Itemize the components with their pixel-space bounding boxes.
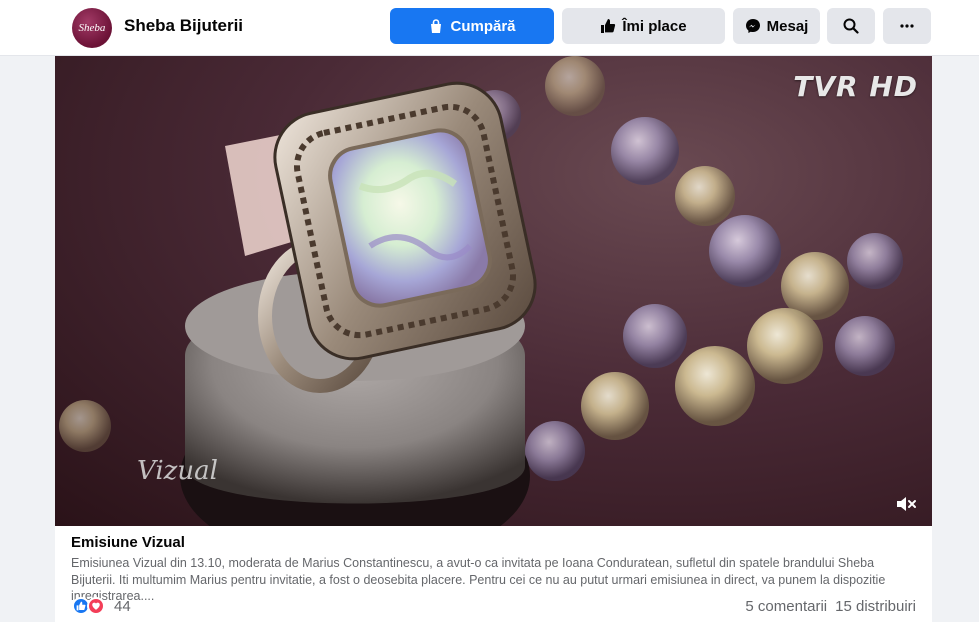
shares-count[interactable]: 15 distribuiri	[835, 598, 916, 615]
show-logo: Vizual	[137, 456, 218, 486]
buy-label: Cumpără	[450, 17, 516, 35]
page-name[interactable]: Sheba Bijuterii	[124, 16, 243, 36]
video-player[interactable]: TVR HD Vizual	[55, 56, 932, 526]
more-options-button[interactable]	[883, 8, 931, 44]
post-stats: 5 comentarii 15 distribuiri	[745, 598, 916, 615]
message-label: Mesaj	[766, 17, 809, 35]
buy-button[interactable]: Cumpără	[390, 8, 554, 44]
like-button[interactable]: Îmi place	[562, 8, 725, 44]
love-reaction-icon	[87, 597, 105, 615]
channel-logo: TVR HD	[793, 70, 918, 103]
page-header: Sheba Sheba Bijuterii Cumpără Îmi place …	[0, 0, 979, 56]
like-label: Îmi place	[622, 17, 687, 35]
thumbs-up-icon	[600, 18, 616, 34]
post-card: TVR HD Vizual Emisiune Vizual Emisiunea …	[55, 56, 932, 622]
avatar-logo-text: Sheba	[78, 22, 106, 34]
mute-button[interactable]	[894, 492, 918, 516]
speaker-muted-icon	[897, 497, 916, 511]
reaction-count: 44	[114, 597, 131, 615]
search-icon	[843, 18, 859, 34]
message-button[interactable]: Mesaj	[733, 8, 820, 44]
page-avatar[interactable]: Sheba	[72, 8, 112, 48]
shopping-bag-icon	[428, 18, 444, 34]
more-dots-icon	[899, 18, 915, 34]
messenger-icon	[745, 18, 761, 34]
search-button[interactable]	[827, 8, 875, 44]
post-title[interactable]: Emisiune Vizual	[71, 534, 185, 551]
reactions-summary[interactable]: 44	[72, 597, 131, 615]
comments-count[interactable]: 5 comentarii	[745, 598, 827, 615]
